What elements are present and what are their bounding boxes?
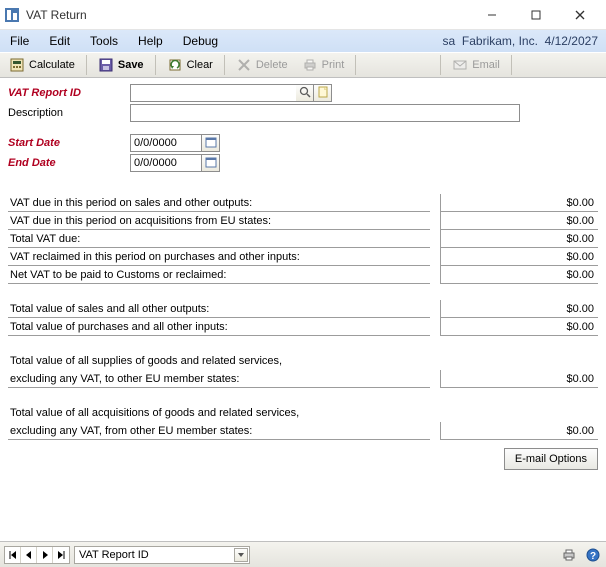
delete-icon bbox=[236, 57, 252, 73]
menu-tools[interactable]: Tools bbox=[80, 34, 128, 48]
line-7-value: $0.00 bbox=[440, 318, 598, 336]
email-button[interactable]: Email bbox=[445, 54, 507, 76]
status-user: sa bbox=[443, 34, 456, 48]
line-1-label: VAT due in this period on sales and othe… bbox=[8, 194, 430, 212]
minimize-button[interactable] bbox=[470, 1, 514, 29]
search-icon bbox=[299, 86, 311, 101]
line-6-label: Total value of sales and all other outpu… bbox=[8, 300, 430, 318]
start-date-label: Start Date bbox=[8, 137, 130, 149]
line-8a-label: Total value of all supplies of goods and… bbox=[8, 352, 430, 370]
delete-label: Delete bbox=[256, 59, 288, 71]
delete-button[interactable]: Delete bbox=[229, 54, 295, 76]
chevron-down-icon bbox=[234, 548, 248, 562]
status-date: 4/12/2027 bbox=[545, 34, 598, 48]
email-icon bbox=[452, 57, 468, 73]
calendar-icon bbox=[205, 136, 217, 151]
nav-cluster bbox=[4, 546, 70, 564]
end-date-picker-button[interactable] bbox=[202, 154, 220, 172]
menu-debug[interactable]: Debug bbox=[173, 34, 228, 48]
line-5-label: Net VAT to be paid to Customs or reclaim… bbox=[8, 266, 430, 284]
window-title: VAT Return bbox=[26, 8, 87, 22]
menu-bar: File Edit Tools Help Debug sa Fabrikam, … bbox=[0, 30, 606, 52]
help-icon[interactable]: ? bbox=[584, 546, 602, 564]
line-4-value: $0.00 bbox=[440, 248, 598, 266]
toolbar: Calculate Save Clear Delete Print Email bbox=[0, 52, 606, 78]
print-label: Print bbox=[322, 59, 345, 71]
end-date-label: End Date bbox=[8, 157, 130, 169]
email-options-button[interactable]: E-mail Options bbox=[504, 448, 598, 470]
clear-icon bbox=[167, 57, 183, 73]
sort-field-selector[interactable]: VAT Report ID bbox=[74, 546, 250, 564]
menu-file[interactable]: File bbox=[0, 34, 39, 48]
menu-help[interactable]: Help bbox=[128, 34, 173, 48]
line-9a-label: Total value of all acquisitions of goods… bbox=[8, 404, 430, 422]
note-button[interactable] bbox=[314, 84, 332, 102]
vat-grid: VAT due in this period on sales and othe… bbox=[0, 192, 606, 440]
line-3-value: $0.00 bbox=[440, 230, 598, 248]
clear-label: Clear bbox=[187, 59, 213, 71]
sort-field-label: VAT Report ID bbox=[79, 549, 149, 561]
line-8b-label: excluding any VAT, to other EU member st… bbox=[8, 370, 430, 388]
save-label: Save bbox=[118, 59, 144, 71]
line-5-value: $0.00 bbox=[440, 266, 598, 284]
record-nav-bar: VAT Report ID ? bbox=[0, 541, 606, 567]
line-2-value: $0.00 bbox=[440, 212, 598, 230]
vat-report-id-label: VAT Report ID bbox=[8, 87, 130, 99]
app-icon bbox=[4, 7, 20, 23]
calculator-icon bbox=[9, 57, 25, 73]
svg-text:?: ? bbox=[590, 551, 596, 562]
description-label: Description bbox=[8, 107, 130, 119]
vat-report-id-input[interactable] bbox=[130, 84, 296, 102]
line-9b-label: excluding any VAT, from other EU member … bbox=[8, 422, 430, 440]
lookup-button[interactable] bbox=[296, 84, 314, 102]
nav-prev-button[interactable] bbox=[21, 547, 37, 563]
save-button[interactable]: Save bbox=[91, 54, 151, 76]
close-button[interactable] bbox=[558, 1, 602, 29]
end-date-input[interactable] bbox=[130, 154, 202, 172]
line-3-label: Total VAT due: bbox=[8, 230, 430, 248]
line-9-value: $0.00 bbox=[440, 422, 598, 440]
calculate-label: Calculate bbox=[29, 59, 75, 71]
calendar-icon bbox=[205, 156, 217, 171]
status-info: sa Fabrikam, Inc. 4/12/2027 bbox=[435, 30, 606, 52]
form-area: VAT Report ID Description Start Date End… bbox=[0, 78, 606, 176]
clear-button[interactable]: Clear bbox=[160, 54, 220, 76]
note-icon bbox=[317, 86, 329, 101]
line-2-label: VAT due in this period on acquisitions f… bbox=[8, 212, 430, 230]
line-1-value: $0.00 bbox=[440, 194, 598, 212]
nav-last-button[interactable] bbox=[53, 547, 69, 563]
line-6-value: $0.00 bbox=[440, 300, 598, 318]
start-date-picker-button[interactable] bbox=[202, 134, 220, 152]
print-button[interactable]: Print bbox=[295, 54, 352, 76]
save-icon bbox=[98, 57, 114, 73]
status-company: Fabrikam, Inc. bbox=[462, 34, 538, 48]
maximize-button[interactable] bbox=[514, 1, 558, 29]
print-shortcut-icon[interactable] bbox=[560, 546, 578, 564]
nav-first-button[interactable] bbox=[5, 547, 21, 563]
line-4-label: VAT reclaimed in this period on purchase… bbox=[8, 248, 430, 266]
menu-edit[interactable]: Edit bbox=[39, 34, 80, 48]
print-icon bbox=[302, 57, 318, 73]
email-label: Email bbox=[472, 59, 500, 71]
line-8-value: $0.00 bbox=[440, 370, 598, 388]
description-input[interactable] bbox=[130, 104, 520, 122]
calculate-button[interactable]: Calculate bbox=[2, 54, 82, 76]
line-7-label: Total value of purchases and all other i… bbox=[8, 318, 430, 336]
start-date-input[interactable] bbox=[130, 134, 202, 152]
title-bar: VAT Return bbox=[0, 0, 606, 30]
nav-next-button[interactable] bbox=[37, 547, 53, 563]
